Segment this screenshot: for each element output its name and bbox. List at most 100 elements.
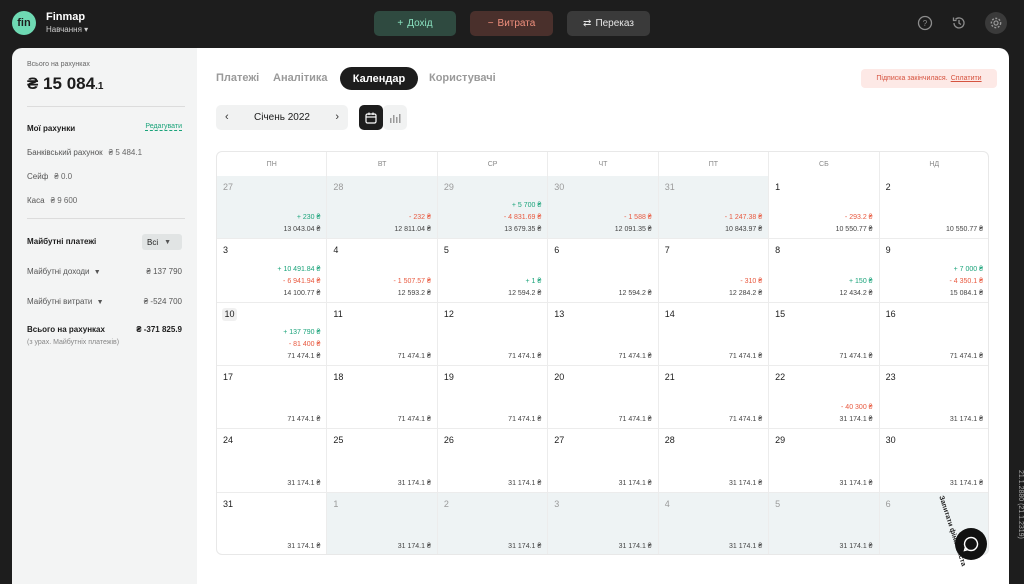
day-expense: - 232 ₴	[409, 214, 431, 222]
account-name: Сейф	[27, 172, 49, 181]
add-income-button[interactable]: + Дохід	[374, 11, 456, 36]
day-balance: 31 174.1 ₴	[397, 479, 431, 487]
calendar-day-cell[interactable]: 14 71 474.1 ₴	[658, 302, 770, 366]
day-number: 28	[664, 435, 675, 446]
calendar-day-cell[interactable]: 29 13 679.35 ₴ - 4 831.69 ₴ + 5 700 ₴	[437, 176, 549, 240]
calendar-day-cell[interactable]: 31 10 843.97 ₴ - 1 247.38 ₴	[658, 176, 770, 240]
tab-payments[interactable]: Платежі	[216, 72, 259, 84]
account-row[interactable]: Каса ₴ 9 600	[27, 196, 77, 205]
calendar-day-cell[interactable]: 31 31 174.1 ₴	[217, 492, 328, 554]
calendar-day-cell[interactable]: 2 31 174.1 ₴	[437, 492, 549, 554]
calendar-view-button[interactable]	[359, 105, 383, 130]
add-transfer-button[interactable]: ⇄ Переказ	[567, 11, 650, 36]
calendar-day-cell[interactable]: 8 12 434.2 ₴ + 150 ₴	[769, 239, 880, 303]
calendar-day-cell[interactable]: 9 15 084.1 ₴ - 4 350.1 ₴ + 7 000 ₴	[879, 239, 988, 303]
calendar-day-cell[interactable]: 30 31 174.1 ₴	[879, 429, 988, 493]
calendar-day-cell[interactable]: 27 31 174.1 ₴	[548, 429, 659, 493]
account-row[interactable]: Банківський рахунок ₴ 5 484.1	[27, 148, 142, 157]
calendar-day-cell[interactable]: 22 31 174.1 ₴ - 40 300 ₴	[769, 366, 880, 430]
day-number: 22	[775, 372, 786, 382]
future-income-value: ₴ 137 790	[146, 267, 182, 276]
calendar-day-cell[interactable]: 1 31 174.1 ₴	[327, 492, 438, 554]
calendar-day-cell[interactable]: 12 71 474.1 ₴	[437, 302, 549, 366]
weekday-header: ВТ	[327, 152, 438, 176]
calendar-day-cell[interactable]: 3 14 100.77 ₴ - 6 941.94 ₴ + 10 491.84 ₴	[217, 239, 328, 303]
day-number: 6	[554, 245, 560, 256]
day-expense: - 1 247.38 ₴	[724, 214, 763, 222]
calendar-day-cell[interactable]: 28 12 811.04 ₴ - 232 ₴	[327, 176, 438, 240]
calendar-day-cell[interactable]: 10 71 474.1 ₴ - 81 400 ₴ + 137 790 ₴	[217, 302, 328, 366]
day-balance: 10 550.77 ₴	[835, 226, 873, 234]
calendar-day-cell[interactable]: 25 31 174.1 ₴	[327, 429, 438, 493]
settings-icon[interactable]	[985, 12, 1007, 34]
grand-total-note: (з урах. Майбутніх платежів)	[27, 339, 120, 346]
next-month-button[interactable]: ›	[335, 111, 339, 123]
future-filter-select[interactable]: Всі ▼	[142, 234, 182, 250]
calendar-day-cell[interactable]: 17 71 474.1 ₴	[217, 366, 328, 430]
chevron-down-icon: ▼	[91, 269, 101, 276]
calendar-day-cell[interactable]: 21 71 474.1 ₴	[658, 366, 770, 430]
chat-support-button[interactable]	[955, 528, 987, 560]
day-number: 18	[333, 372, 344, 382]
day-balance: 31 174.1 ₴	[618, 542, 652, 550]
workspace-selector[interactable]: Навчання ▾	[46, 25, 88, 34]
tab-users[interactable]: Користувачі	[429, 72, 496, 84]
history-icon[interactable]	[948, 12, 970, 34]
calendar-day-cell[interactable]: 5 31 174.1 ₴	[769, 492, 880, 554]
calendar-day-cell[interactable]: 13 71 474.1 ₴	[548, 302, 659, 366]
day-number: 2	[885, 182, 891, 192]
chart-view-button[interactable]	[383, 105, 407, 130]
day-expense: - 40 300 ₴	[841, 404, 873, 412]
total-balance-fraction: .1	[95, 81, 104, 92]
calendar-day-cell[interactable]: 7 12 284.2 ₴ - 310 ₴	[658, 239, 770, 303]
help-icon[interactable]: ?	[914, 12, 936, 34]
calendar-day-cell[interactable]: 3 31 174.1 ₴	[548, 492, 659, 554]
weekday-header: ПН	[217, 152, 328, 176]
future-expense-toggle[interactable]: Майбутні витрати ▼	[27, 297, 104, 306]
calendar-day-cell[interactable]: 30 12 091.35 ₴ - 1 588 ₴	[548, 176, 659, 240]
calendar-day-cell[interactable]: 16 71 474.1 ₴	[879, 303, 988, 366]
calendar-day-cell[interactable]: 1 10 550.77 ₴ - 293.2 ₴	[769, 176, 880, 240]
add-income-label: Дохід	[407, 18, 433, 29]
app-name[interactable]: Finmap	[46, 11, 85, 23]
bar-chart-icon	[390, 113, 401, 123]
calendar-day-cell[interactable]: 18 71 474.1 ₴	[327, 366, 438, 430]
day-number: 13	[554, 308, 565, 319]
day-number: 1	[775, 182, 781, 192]
calendar-day-cell[interactable]: 20 71 474.1 ₴	[548, 366, 659, 430]
calendar-day-cell[interactable]: 4 31 174.1 ₴	[658, 492, 770, 554]
calendar-day-cell[interactable]: 5 12 594.2 ₴ + 1 ₴	[437, 239, 549, 303]
calendar-day-cell[interactable]: 11 71 474.1 ₴	[327, 302, 438, 366]
tab-calendar[interactable]: Календар	[340, 67, 418, 90]
calendar-day-cell[interactable]: 15 71 474.1 ₴	[769, 302, 880, 366]
day-income: + 230 ₴	[296, 214, 321, 222]
pay-link[interactable]: Сплатити	[951, 75, 982, 82]
finmap-logo[interactable]: fin	[12, 11, 36, 35]
account-row[interactable]: Сейф ₴ 0.0	[27, 172, 72, 181]
calendar-day-cell[interactable]: 24 31 174.1 ₴	[217, 429, 328, 493]
day-number: 11	[333, 308, 343, 319]
calendar-day-cell[interactable]: 6 12 594.2 ₴	[548, 239, 659, 303]
day-balance: 14 100.77 ₴	[283, 289, 321, 297]
edit-accounts-link[interactable]: Редагувати	[145, 123, 182, 131]
add-expense-button[interactable]: − Витрата	[470, 11, 553, 36]
calendar-day-cell[interactable]: 29 31 174.1 ₴	[769, 429, 880, 493]
future-income-toggle[interactable]: Майбутні доходи ▼	[27, 267, 101, 276]
calendar-day-cell[interactable]: 26 31 174.1 ₴	[437, 429, 549, 493]
calendar-day-cell[interactable]: 28 31 174.1 ₴	[658, 429, 770, 493]
total-balance-main: ₴ 15 084	[27, 74, 96, 93]
day-balance: 13 043.04 ₴	[283, 226, 321, 234]
day-number: 27	[223, 182, 234, 192]
day-expense: - 4 831.69 ₴	[503, 214, 542, 222]
calendar-day-cell[interactable]: 4 12 593.2 ₴ - 1 507.57 ₴	[327, 239, 438, 303]
calendar-day-cell[interactable]: 19 71 474.1 ₴	[437, 366, 549, 430]
day-balance: 13 679.35 ₴	[504, 226, 542, 234]
tab-analytics[interactable]: Аналітика	[273, 72, 328, 84]
future-expense-label: Майбутні витрати	[27, 297, 93, 306]
day-balance: 71 474.1 ₴	[508, 352, 542, 360]
account-value: ₴ 9 600	[50, 196, 78, 205]
calendar-day-cell[interactable]: 2 10 550.77 ₴	[879, 176, 988, 240]
calendar-day-cell[interactable]: 27 13 043.04 ₴ + 230 ₴	[217, 176, 328, 240]
day-number: 15	[775, 308, 786, 319]
calendar-day-cell[interactable]: 23 31 174.1 ₴	[879, 366, 988, 430]
